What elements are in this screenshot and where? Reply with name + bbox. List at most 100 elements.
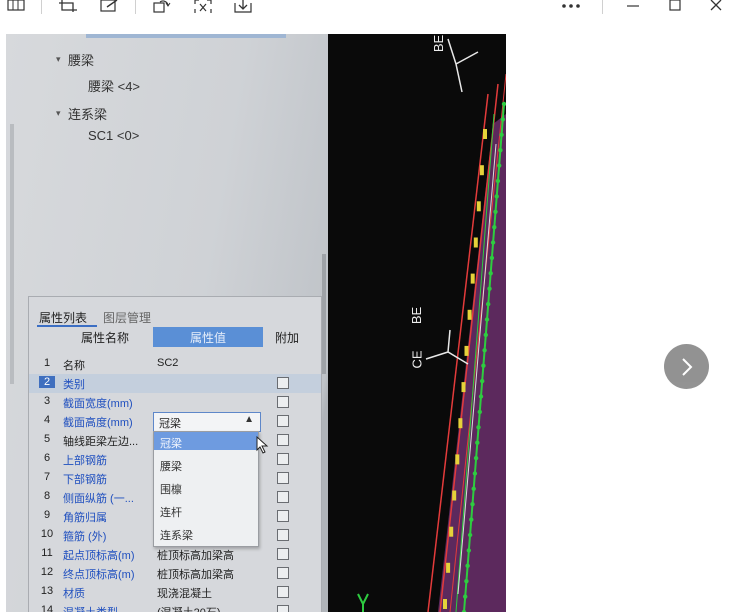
- row-extra-checkbox[interactable]: [277, 510, 289, 522]
- cad-node: [489, 255, 495, 261]
- mouse-cursor-icon: [256, 436, 269, 454]
- cad-node: [483, 332, 488, 338]
- cad-dimension-mark: [479, 165, 484, 176]
- cad-node: [465, 563, 470, 568]
- photo-scrollbar: [322, 254, 326, 374]
- row-property-name: 角筋归属: [63, 512, 107, 524]
- property-row[interactable]: 1 名称 SC2: [29, 355, 321, 374]
- row-number: 4: [43, 414, 51, 426]
- crop-icon[interactable]: [58, 0, 78, 14]
- cad-node: [488, 271, 493, 276]
- maximize-icon[interactable]: [665, 0, 685, 14]
- cad-node: [500, 117, 505, 122]
- cad-dimension-mark: [483, 129, 487, 139]
- cad-dimension-mark: [473, 237, 478, 248]
- cad-label: CE: [409, 350, 425, 369]
- row-property-name: 侧面纵筋 (一...: [63, 493, 134, 505]
- cad-node: [466, 548, 471, 553]
- cad-node: [484, 317, 490, 322]
- property-panel: 属性列表 图层管理 属性名称 属性值 附加 1 名称 SC2 2 类别 3 截面宽度(mm)…: [28, 296, 322, 612]
- row-extra-checkbox[interactable]: [277, 415, 289, 427]
- rotate-icon[interactable]: [151, 0, 171, 14]
- row-property-value: 桩顶标高加梁高: [157, 550, 234, 562]
- cad-dimension-mark: [452, 490, 457, 501]
- property-row[interactable]: 14 混凝土类型 (混凝土20石): [29, 602, 321, 612]
- cad-node: [481, 363, 486, 368]
- row-extra-checkbox[interactable]: [277, 434, 289, 446]
- row-extra-checkbox[interactable]: [277, 472, 289, 484]
- cad-node: [475, 440, 480, 445]
- more-icon[interactable]: [561, 0, 581, 14]
- chevron-up-icon: ▲: [244, 414, 254, 425]
- header-extra: 附加: [274, 330, 299, 345]
- row-extra-checkbox[interactable]: [277, 529, 289, 541]
- category-select: 冠梁 ▲: [153, 412, 261, 432]
- edit-icon[interactable]: [99, 0, 119, 14]
- viewer-toolbar: [0, 0, 735, 30]
- category-dropdown-list: 冠梁 腰梁 围檩 连杆 连系梁: [153, 431, 269, 547]
- cad-label: BE: [409, 306, 425, 325]
- cad-node: [463, 594, 468, 599]
- property-row[interactable]: 3 截面宽度(mm): [29, 393, 321, 412]
- cad-label: BE: [431, 34, 447, 53]
- cad-node: [478, 394, 484, 399]
- row-extra-checkbox[interactable]: [277, 453, 289, 465]
- cad-node: [482, 348, 487, 353]
- cad-node: [467, 532, 473, 538]
- save-icon[interactable]: [233, 0, 253, 14]
- cad-node: [470, 502, 475, 507]
- toolbar-divider: [135, 0, 136, 14]
- row-extra-checkbox[interactable]: [277, 396, 289, 408]
- cad-dimension-mark: [455, 454, 460, 465]
- cad-node: [497, 163, 502, 168]
- photo-scrollbar: [10, 124, 14, 384]
- row-number: 6: [43, 452, 51, 464]
- cad-drawing: BE BE CE: [328, 34, 506, 612]
- row-number: 3: [43, 395, 51, 407]
- row-property-name: 截面宽度(mm): [63, 398, 133, 410]
- row-property-name: 类别: [63, 379, 85, 391]
- close-icon[interactable]: [706, 0, 726, 14]
- next-image-button[interactable]: [664, 344, 709, 389]
- row-extra-checkbox[interactable]: [277, 586, 289, 598]
- row-extra-checkbox[interactable]: [277, 491, 289, 503]
- cad-dimension-mark: [476, 201, 481, 212]
- dropdown-option: 连杆: [160, 507, 182, 519]
- cad-node: [464, 579, 469, 584]
- row-extra-checkbox[interactable]: [277, 377, 289, 389]
- dropdown-option: 腰梁: [160, 461, 182, 473]
- row-number: 11: [41, 547, 53, 559]
- row-number: 9: [43, 509, 51, 521]
- row-number: 8: [43, 490, 51, 502]
- row-extra-checkbox[interactable]: [277, 548, 289, 560]
- cad-dimension-mark: [446, 562, 451, 573]
- property-row[interactable]: 12 终点顶标高(m) 桩顶标高加梁高: [29, 564, 321, 583]
- property-row[interactable]: 13 材质 现浇混凝土: [29, 583, 321, 602]
- cad-node: [490, 240, 496, 245]
- photo-image: ▾ 腰梁 腰梁 <4> ▾ 连系梁 SC1 <0> 属性列表 图层管理 属性名称…: [6, 34, 506, 612]
- toolbar-divider: [602, 0, 603, 14]
- row-extra-checkbox[interactable]: [277, 567, 289, 579]
- tree-collapse-arrow: ▾: [56, 108, 61, 118]
- property-row[interactable]: 11 起点顶标高(m) 桩顶标高加梁高: [29, 545, 321, 564]
- row-property-name: 材质: [63, 588, 85, 600]
- row-extra-checkbox[interactable]: [277, 605, 289, 612]
- cad-node: [498, 148, 503, 153]
- minimize-icon[interactable]: [623, 0, 643, 14]
- row-number: 1: [43, 357, 51, 369]
- tree-collapse-arrow: ▾: [56, 54, 61, 64]
- property-row[interactable]: 2 类别: [29, 374, 321, 393]
- tree-highlight: [86, 34, 286, 38]
- row-number: 5: [43, 433, 51, 445]
- row-property-name: 名称: [63, 360, 85, 372]
- grid-icon[interactable]: [6, 0, 26, 14]
- tree-group-label: 连系梁: [68, 107, 108, 122]
- scan-text-icon[interactable]: [193, 0, 213, 14]
- dropdown-option: 冠梁: [160, 438, 182, 450]
- row-number: 2: [39, 376, 55, 388]
- tab-layer-manager: 图层管理: [103, 311, 152, 325]
- row-property-name: 箍筋 (外): [63, 531, 107, 543]
- row-number: 13: [40, 585, 54, 597]
- cad-node: [472, 471, 478, 476]
- cad-node: [494, 194, 499, 199]
